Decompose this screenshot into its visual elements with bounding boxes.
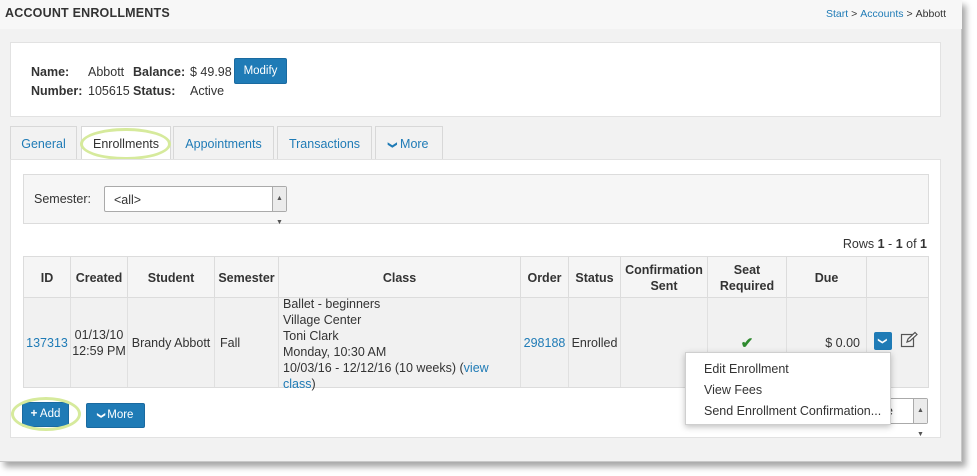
column-header-seat-required[interactable]: Seat Required — [708, 257, 787, 299]
semester-select-value: <all> — [114, 193, 142, 207]
chevron-down-icon: ❯ — [877, 337, 888, 345]
class-location: Village Center — [283, 312, 362, 327]
page-title: ACCOUNT ENROLLMENTS — [5, 6, 170, 20]
seat-header-line1: Seat — [733, 263, 761, 277]
due-value: $ 0.00 — [825, 335, 860, 350]
cell-created: 01/13/10 12:59 PM — [71, 298, 128, 387]
column-header-created[interactable]: Created — [71, 257, 128, 299]
class-name: Ballet - beginners — [283, 296, 381, 311]
edit-icon[interactable] — [900, 331, 918, 349]
class-dates: 10/03/16 - 12/12/16 (10 weeks) ( — [283, 360, 464, 375]
cell-status: Enrolled — [569, 298, 621, 387]
account-info-panel: Name: Abbott Balance: $ 49.98 Number: 10… — [10, 42, 941, 117]
column-header-due[interactable]: Due — [787, 257, 867, 299]
filter-bar: Semester: <all> ▲ ▼ — [23, 174, 929, 226]
column-header-student[interactable]: Student — [128, 257, 215, 299]
tab-general[interactable]: General — [10, 126, 77, 159]
chevron-down-icon: ❯ — [96, 412, 106, 419]
menu-item-send-confirmation[interactable]: Send Enrollment Confirmation... — [686, 401, 890, 422]
column-header-confirmation-sent[interactable]: Confirmation Sent — [621, 257, 708, 299]
order-link[interactable]: 298188 — [524, 336, 566, 350]
number-value: 105615 — [88, 84, 130, 98]
column-header-semester[interactable]: Semester — [215, 257, 279, 299]
tab-appointments[interactable]: Appointments — [173, 126, 274, 159]
modify-button[interactable]: Modify — [234, 58, 287, 84]
status-value: Enrolled — [571, 335, 618, 350]
app-window: ACCOUNT ENROLLMENTS Start > Accounts > Abbot… — [0, 0, 962, 462]
select-arrows-icon: ▲ ▼ — [913, 399, 927, 438]
chevron-down-icon: ❯ — [388, 141, 399, 149]
page-header: ACCOUNT ENROLLMENTS Start > Accounts > Abbot… — [0, 0, 962, 29]
cell-order: 298188 — [521, 298, 569, 387]
row-actions-menu: Edit Enrollment View Fees Send Enrollmen… — [685, 352, 891, 425]
enrollment-id-link[interactable]: 137313 — [26, 336, 68, 350]
more-actions-button[interactable]: ❯ More — [86, 403, 145, 428]
add-button[interactable]: + Add — [22, 402, 69, 427]
tab-enrollments[interactable]: Enrollments — [81, 126, 171, 160]
balance-value: $ 49.98 — [190, 65, 232, 79]
class-details: Ballet - beginners Village Center Toni C… — [279, 296, 520, 392]
rows-count: Rows 1 - 1 of 1 — [843, 237, 927, 251]
cell-class: Ballet - beginners Village Center Toni C… — [279, 297, 521, 391]
class-teacher: Toni Clark — [283, 328, 339, 343]
column-header-order[interactable]: Order — [521, 257, 569, 299]
semester-value: Fall — [220, 335, 241, 350]
column-header-id[interactable]: ID — [24, 257, 71, 299]
class-dates-close: ) — [311, 376, 316, 391]
table-header-row: ID Created Student Semester Class Order … — [23, 256, 929, 299]
semester-label: Semester: — [34, 192, 91, 206]
seat-header-line2: Required — [719, 279, 775, 293]
cell-student: Brandy Abbott — [128, 298, 215, 387]
breadcrumb-start-link[interactable]: Start — [826, 8, 848, 20]
breadcrumb: Start > Accounts > Abbott — [826, 8, 946, 20]
number-label: Number: — [31, 84, 83, 98]
breadcrumb-current: Abbott — [915, 8, 946, 20]
student-name: Brandy Abbott — [131, 335, 211, 350]
row-actions-dropdown-button[interactable]: ❯ — [874, 332, 892, 350]
menu-item-edit-enrollment[interactable]: Edit Enrollment — [686, 359, 890, 380]
account-info-grid: Name: Abbott Balance: $ 49.98 Number: 10… — [31, 65, 235, 98]
balance-label: Balance: — [133, 65, 186, 79]
name-value: Abbott — [88, 65, 125, 79]
tab-transactions[interactable]: Transactions — [277, 126, 372, 159]
created-date: 01/13/10 — [74, 327, 124, 342]
confirmation-header-line2: Sent — [650, 279, 678, 293]
created-time: 12:59 PM — [72, 343, 126, 358]
select-arrows-icon: ▲ ▼ — [272, 187, 286, 226]
class-dates-line: 10/03/16 - 12/12/16 (10 weeks) (view cla… — [283, 360, 520, 392]
confirmation-header-line1: Confirmation — [625, 263, 703, 277]
rows-total: 1 — [920, 237, 927, 251]
status-value: Active — [190, 84, 225, 98]
breadcrumb-separator: > — [906, 8, 913, 20]
column-header-status[interactable]: Status — [569, 257, 621, 299]
class-schedule: Monday, 10:30 AM — [283, 344, 387, 359]
rows-of: of — [906, 237, 917, 251]
plus-icon: + — [30, 408, 38, 420]
cell-semester: Fall — [215, 298, 279, 387]
tab-more[interactable]: ❯ More — [375, 126, 443, 159]
menu-item-view-fees[interactable]: View Fees — [686, 380, 890, 401]
status-label: Status: — [133, 84, 176, 98]
name-label: Name: — [31, 65, 70, 79]
checkmark-icon: ✔ — [740, 334, 754, 352]
semester-select[interactable]: <all> ▲ ▼ — [104, 186, 287, 226]
rows-to: 1 — [895, 237, 903, 251]
column-header-actions — [867, 257, 929, 299]
cell-id: 137313 — [24, 298, 71, 387]
breadcrumb-accounts-link[interactable]: Accounts — [860, 8, 903, 20]
rows-from: 1 — [877, 237, 885, 251]
rows-prefix: Rows — [842, 237, 875, 251]
add-button-label: Add — [39, 408, 61, 420]
column-header-class[interactable]: Class — [279, 257, 521, 299]
rows-dash: - — [888, 237, 893, 251]
breadcrumb-separator: > — [851, 8, 858, 20]
